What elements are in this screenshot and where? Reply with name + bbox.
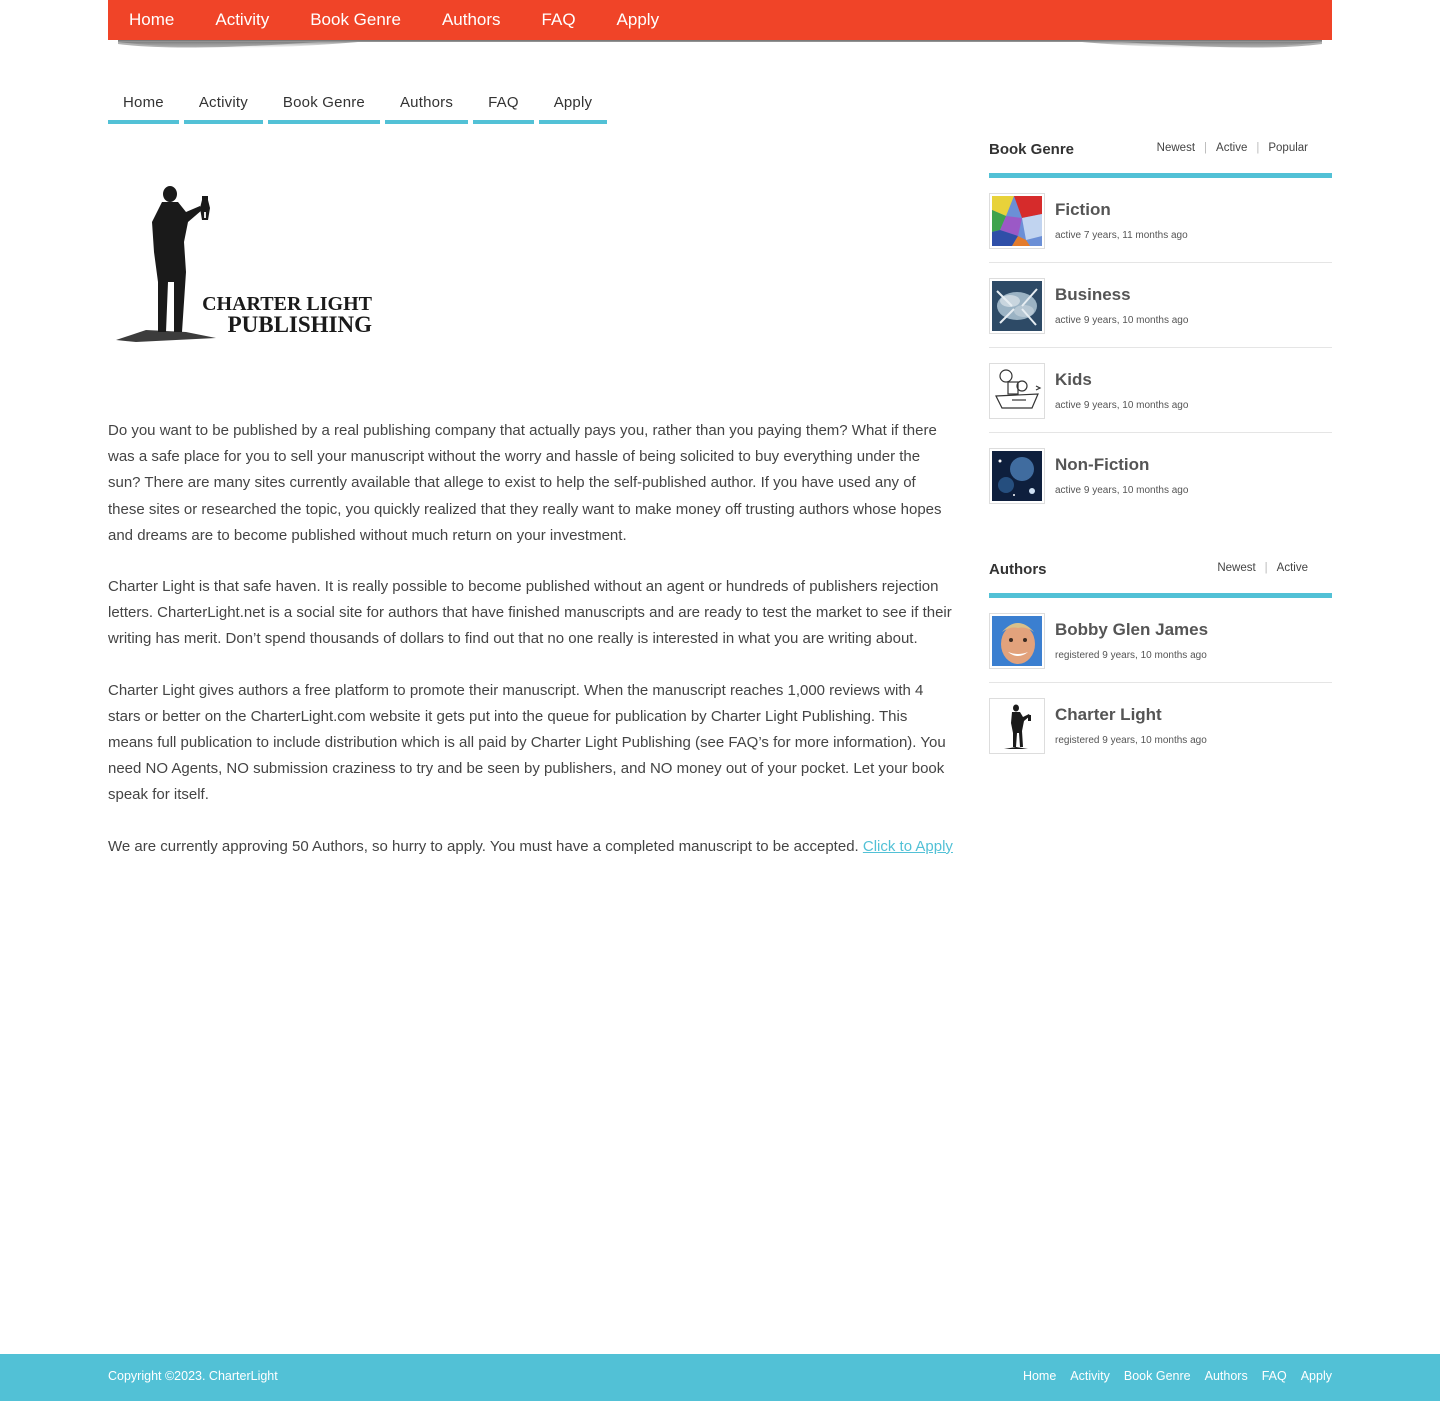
genre-name[interactable]: Non-Fiction xyxy=(1055,455,1149,475)
footer-nav-home[interactable]: Home xyxy=(1023,1369,1056,1383)
filter-active[interactable]: Active xyxy=(1277,562,1308,574)
book-genre-widget-header: Book Genre Newest | Active | Popular xyxy=(989,140,1332,178)
top-nav-activity[interactable]: Activity xyxy=(215,10,269,30)
non-fiction-avatar[interactable] xyxy=(989,448,1045,504)
author-name[interactable]: Bobby Glen James xyxy=(1055,620,1208,640)
book-genre-widget: Book Genre Newest | Active | Popular Fic… xyxy=(989,140,1332,518)
content-paragraph-4: We are currently approving 50 Authors, s… xyxy=(108,834,956,860)
top-bar-shadow xyxy=(118,40,1322,48)
author-item-bobby-glen-james: Bobby Glen James registered 9 years, 10 … xyxy=(989,598,1332,683)
filter-separator: | xyxy=(1204,142,1208,154)
non-fiction-space-image xyxy=(992,451,1042,501)
top-navigation-bar: Home Activity Book Genre Authors FAQ App… xyxy=(108,0,1332,40)
footer-nav-faq[interactable]: FAQ xyxy=(1262,1369,1287,1383)
genre-name[interactable]: Fiction xyxy=(1055,200,1111,220)
content-paragraph-2: Charter Light is that safe haven. It is … xyxy=(108,578,952,648)
business-money-image xyxy=(992,281,1042,331)
charter-light-avatar[interactable] xyxy=(989,698,1045,754)
footer-nav-activity[interactable]: Activity xyxy=(1070,1369,1110,1383)
authors-filters: Newest | Active xyxy=(1217,562,1308,574)
footer-nav-book-genre[interactable]: Book Genre xyxy=(1124,1369,1191,1383)
genre-activity-time: active 9 years, 10 months ago xyxy=(1055,485,1189,496)
genre-activity-time: active 9 years, 10 months ago xyxy=(1055,315,1189,326)
top-nav-book-genre[interactable]: Book Genre xyxy=(310,10,401,30)
bobby-glen-james-avatar[interactable] xyxy=(989,613,1045,669)
fiction-avatar[interactable] xyxy=(989,193,1045,249)
top-nav-list: Home Activity Book Genre Authors FAQ App… xyxy=(108,0,1332,40)
author-registered-time: registered 9 years, 10 months ago xyxy=(1055,735,1207,746)
authors-widget-title: Authors xyxy=(989,561,1047,578)
footer: Copyright ©2023. CharterLight Home Activ… xyxy=(0,1354,1440,1401)
genre-item-non-fiction: Non-Fiction active 9 years, 10 months ag… xyxy=(989,433,1332,518)
content-paragraph-3: Charter Light gives authors a free platf… xyxy=(108,681,946,804)
genre-item-business: Business active 9 years, 10 months ago xyxy=(989,263,1332,348)
charter-light-publishing-logo: CHARTER LIGHT PUBLISHING xyxy=(116,186,373,342)
top-nav-home[interactable]: Home xyxy=(129,10,174,30)
sec-nav-authors[interactable]: Authors xyxy=(384,80,469,124)
business-avatar[interactable] xyxy=(989,278,1045,334)
kids-boat-sketch xyxy=(992,366,1042,416)
genre-item-kids: Kids active 9 years, 10 months ago xyxy=(989,348,1332,433)
sec-nav-activity[interactable]: Activity xyxy=(183,80,263,124)
kids-avatar[interactable] xyxy=(989,363,1045,419)
author-name[interactable]: Charter Light xyxy=(1055,705,1162,725)
filter-newest[interactable]: Newest xyxy=(1157,142,1195,154)
filter-active[interactable]: Active xyxy=(1216,142,1247,154)
main-content: Do you want to be published by a real pu… xyxy=(108,418,956,885)
genre-activity-time: active 9 years, 10 months ago xyxy=(1055,400,1189,411)
top-nav-apply[interactable]: Apply xyxy=(617,10,660,30)
fiction-abstract-image xyxy=(992,196,1042,246)
genre-name[interactable]: Business xyxy=(1055,285,1131,305)
filter-separator: | xyxy=(1264,562,1268,574)
footer-nav: Home Activity Book Genre Authors FAQ App… xyxy=(1009,1369,1332,1383)
authors-widget-header: Authors Newest | Active xyxy=(989,560,1332,598)
content-paragraph-1: Do you want to be published by a real pu… xyxy=(108,422,942,544)
author-item-charter-light: Charter Light registered 9 years, 10 mon… xyxy=(989,683,1332,768)
logo-line2: PUBLISHING xyxy=(228,312,373,337)
book-genre-widget-title: Book Genre xyxy=(989,141,1075,158)
sec-nav-apply[interactable]: Apply xyxy=(538,80,608,124)
filter-popular[interactable]: Popular xyxy=(1268,142,1308,154)
click-to-apply-link[interactable]: Click to Apply xyxy=(863,838,953,855)
sec-nav-book-genre[interactable]: Book Genre xyxy=(267,80,380,124)
author-registered-time: registered 9 years, 10 months ago xyxy=(1055,650,1207,661)
author-photo xyxy=(992,616,1042,666)
top-nav-authors[interactable]: Authors xyxy=(442,10,501,30)
authors-widget: Authors Newest | Active Bobby Glen James… xyxy=(989,560,1332,768)
sec-nav-faq[interactable]: FAQ xyxy=(473,80,534,124)
sec-nav-home[interactable]: Home xyxy=(108,80,179,124)
footer-nav-apply[interactable]: Apply xyxy=(1301,1369,1332,1383)
author-silhouette xyxy=(992,701,1042,751)
book-genre-filters: Newest | Active | Popular xyxy=(1157,142,1308,154)
top-nav-faq[interactable]: FAQ xyxy=(542,10,576,30)
genre-name[interactable]: Kids xyxy=(1055,370,1092,390)
apply-prompt-text: We are currently approving 50 Authors, s… xyxy=(108,837,863,855)
genre-item-fiction: Fiction active 7 years, 11 months ago xyxy=(989,178,1332,263)
filter-separator: | xyxy=(1256,142,1260,154)
secondary-navigation: Home Activity Book Genre Authors FAQ App… xyxy=(108,80,612,124)
filter-newest[interactable]: Newest xyxy=(1217,562,1255,574)
footer-copyright: Copyright ©2023. CharterLight xyxy=(108,1369,278,1383)
genre-activity-time: active 7 years, 11 months ago xyxy=(1055,230,1188,241)
footer-nav-authors[interactable]: Authors xyxy=(1205,1369,1248,1383)
